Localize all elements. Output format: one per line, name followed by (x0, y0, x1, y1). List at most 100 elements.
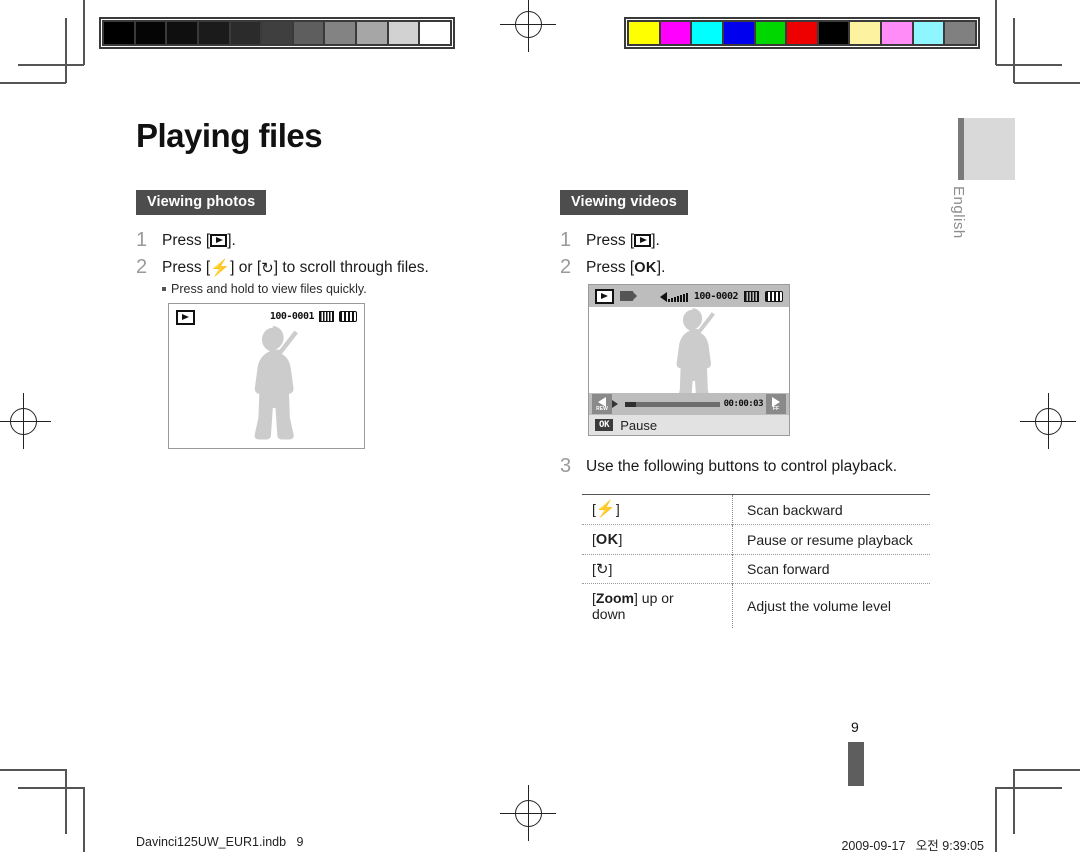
play-mode-icon (595, 288, 614, 304)
grayscale-swatch-1 (133, 20, 168, 46)
ok-key-chip: OK (595, 419, 614, 431)
rewind-button-icon[interactable]: REW (592, 394, 612, 414)
step-text-after: ]. (651, 232, 660, 249)
step-text: Press [⚡] or [↻] to scroll through files… (162, 256, 429, 279)
photo-step-2-note: Press and hold to view files quickly. (162, 280, 429, 298)
control-key-cell: [↻] (592, 561, 613, 578)
color-swatch-3 (721, 20, 756, 46)
photo-step-1: 1 Press []. (136, 229, 466, 252)
color-swatch-4 (753, 20, 788, 46)
video-progress-bar[interactable] (625, 401, 720, 407)
grayscale-swatch-0 (102, 20, 136, 46)
hint-label: Pause (620, 417, 658, 433)
grayscale-swatch-4 (228, 20, 263, 46)
photo-screen-body: 100-0001 (169, 304, 364, 448)
crop-mark-bottom-left (0, 761, 90, 852)
control-key-cell: [Zoom] up or down (592, 590, 674, 622)
step-text: Press [OK]. (586, 256, 665, 280)
video-screen-body (589, 307, 789, 393)
control-key-cell: [OK] (592, 531, 623, 548)
table-row: [OK] Pause or resume playback (582, 524, 930, 555)
viewing-photos-section: Viewing photos 1 Press []. 2 Press [⚡] o… (136, 190, 466, 449)
grayscale-swatch-6 (291, 20, 326, 46)
grayscale-swatch-9 (386, 20, 421, 46)
video-steps-list: 1 Press []. 2 Press [OK]. (560, 229, 940, 280)
language-tab-marker (958, 118, 1015, 180)
page-thumb-marker (848, 742, 864, 786)
self-timer-button-icon: ↻ (261, 260, 274, 277)
video-playback-screen: 100-0002 REW 00:00:03 FF OK Pause (588, 284, 790, 436)
footer-timestamp: 2009-09-17 오전 9:39:05 (841, 839, 984, 853)
section-header-viewing-photos: Viewing photos (136, 190, 267, 215)
photo-playback-screen: 100-0001 (168, 303, 365, 449)
control-action-cell: Pause or resume playback (732, 524, 930, 555)
video-transport-bar: REW 00:00:03 FF (589, 393, 789, 415)
video-file-number: 100-0002 (693, 290, 739, 302)
table-row: [↻] Scan forward (582, 554, 930, 584)
bullet-icon (162, 287, 166, 291)
color-swatch-6 (816, 20, 851, 46)
ok-button-icon: OK (595, 532, 619, 548)
step-text-after: ]. (656, 259, 666, 276)
photo-step-2: 2 Press [⚡] or [↻] to scroll through fil… (136, 256, 466, 298)
play-indicator-icon (612, 400, 618, 408)
video-elapsed-time: 00:00:03 (723, 399, 764, 409)
grayscale-swatch-5 (260, 20, 294, 46)
person-silhouette (254, 326, 298, 440)
color-swatch-2 (690, 20, 724, 46)
control-action-cell: Scan backward (732, 494, 930, 525)
crop-mark-top-left (0, 0, 90, 90)
zoom-button-icon: Zoom (595, 590, 634, 606)
footer-file-name: Davinci125UW_EUR1.indb 9 (136, 835, 304, 849)
step-number: 3 (560, 455, 572, 477)
grayscale-swatch-10 (418, 20, 453, 46)
video-step-2: 2 Press [OK]. (560, 256, 940, 280)
zoom-key-rest: ] up or (634, 590, 674, 606)
control-action-cell: Scan forward (732, 554, 930, 584)
step-number: 1 (136, 229, 148, 251)
table-row: [Zoom] up or down Adjust the volume level (582, 583, 930, 628)
step-text-after: ] to scroll through files. (273, 259, 429, 276)
color-swatch-0 (627, 20, 661, 46)
registration-mark-left (0, 393, 51, 449)
viewing-videos-section: Viewing videos 1 Press []. 2 Press [OK].… (560, 190, 940, 628)
step-text-before: Press [ (162, 259, 211, 276)
color-swatch-9 (911, 20, 946, 46)
fast-forward-button-icon[interactable]: FF (766, 394, 786, 414)
memory-card-icon (744, 290, 759, 302)
step-text: Press []. (162, 229, 236, 252)
registration-mark-right (1020, 393, 1076, 449)
step-number: 2 (136, 256, 148, 278)
note-text: Press and hold to view files quickly. (171, 282, 367, 296)
color-swatch-7 (848, 20, 883, 46)
video-screen-top-bar: 100-0002 (589, 285, 789, 307)
playback-control-table: [⚡] Scan backward [OK] Pause or resume p… (582, 494, 930, 628)
step-number: 2 (560, 256, 572, 278)
play-button-icon (210, 234, 228, 247)
color-calibration-bar (624, 17, 980, 49)
grayscale-swatch-3 (196, 20, 231, 46)
zoom-key-line2: down (592, 606, 626, 622)
page-title: Playing files (136, 117, 323, 154)
color-swatch-5 (785, 20, 819, 46)
flash-button-icon: ⚡ (210, 260, 231, 277)
battery-icon (765, 290, 783, 302)
self-timer-button-icon: ↻ (595, 561, 609, 578)
step-text-after: ]. (227, 232, 236, 249)
step-text-middle: ] or [ (230, 259, 262, 276)
language-tab-label: English (950, 186, 967, 239)
ok-button-icon: OK (634, 260, 657, 276)
color-swatch-10 (943, 20, 978, 46)
photo-steps-list: 1 Press []. 2 Press [⚡] or [↻] to scroll… (136, 229, 466, 298)
registration-mark-top (500, 0, 556, 52)
grayscale-calibration-bar (99, 17, 455, 49)
video-step-3: 3 Use the following buttons to control p… (560, 455, 940, 478)
color-swatch-8 (880, 20, 914, 46)
color-swatch-1 (658, 20, 693, 46)
battery-icon (339, 311, 357, 322)
crop-mark-bottom-right (990, 761, 1080, 852)
step-number: 1 (560, 229, 572, 251)
grayscale-swatch-2 (165, 20, 199, 46)
step-text: Use the following buttons to control pla… (586, 458, 898, 475)
person-silhouette (676, 308, 715, 393)
